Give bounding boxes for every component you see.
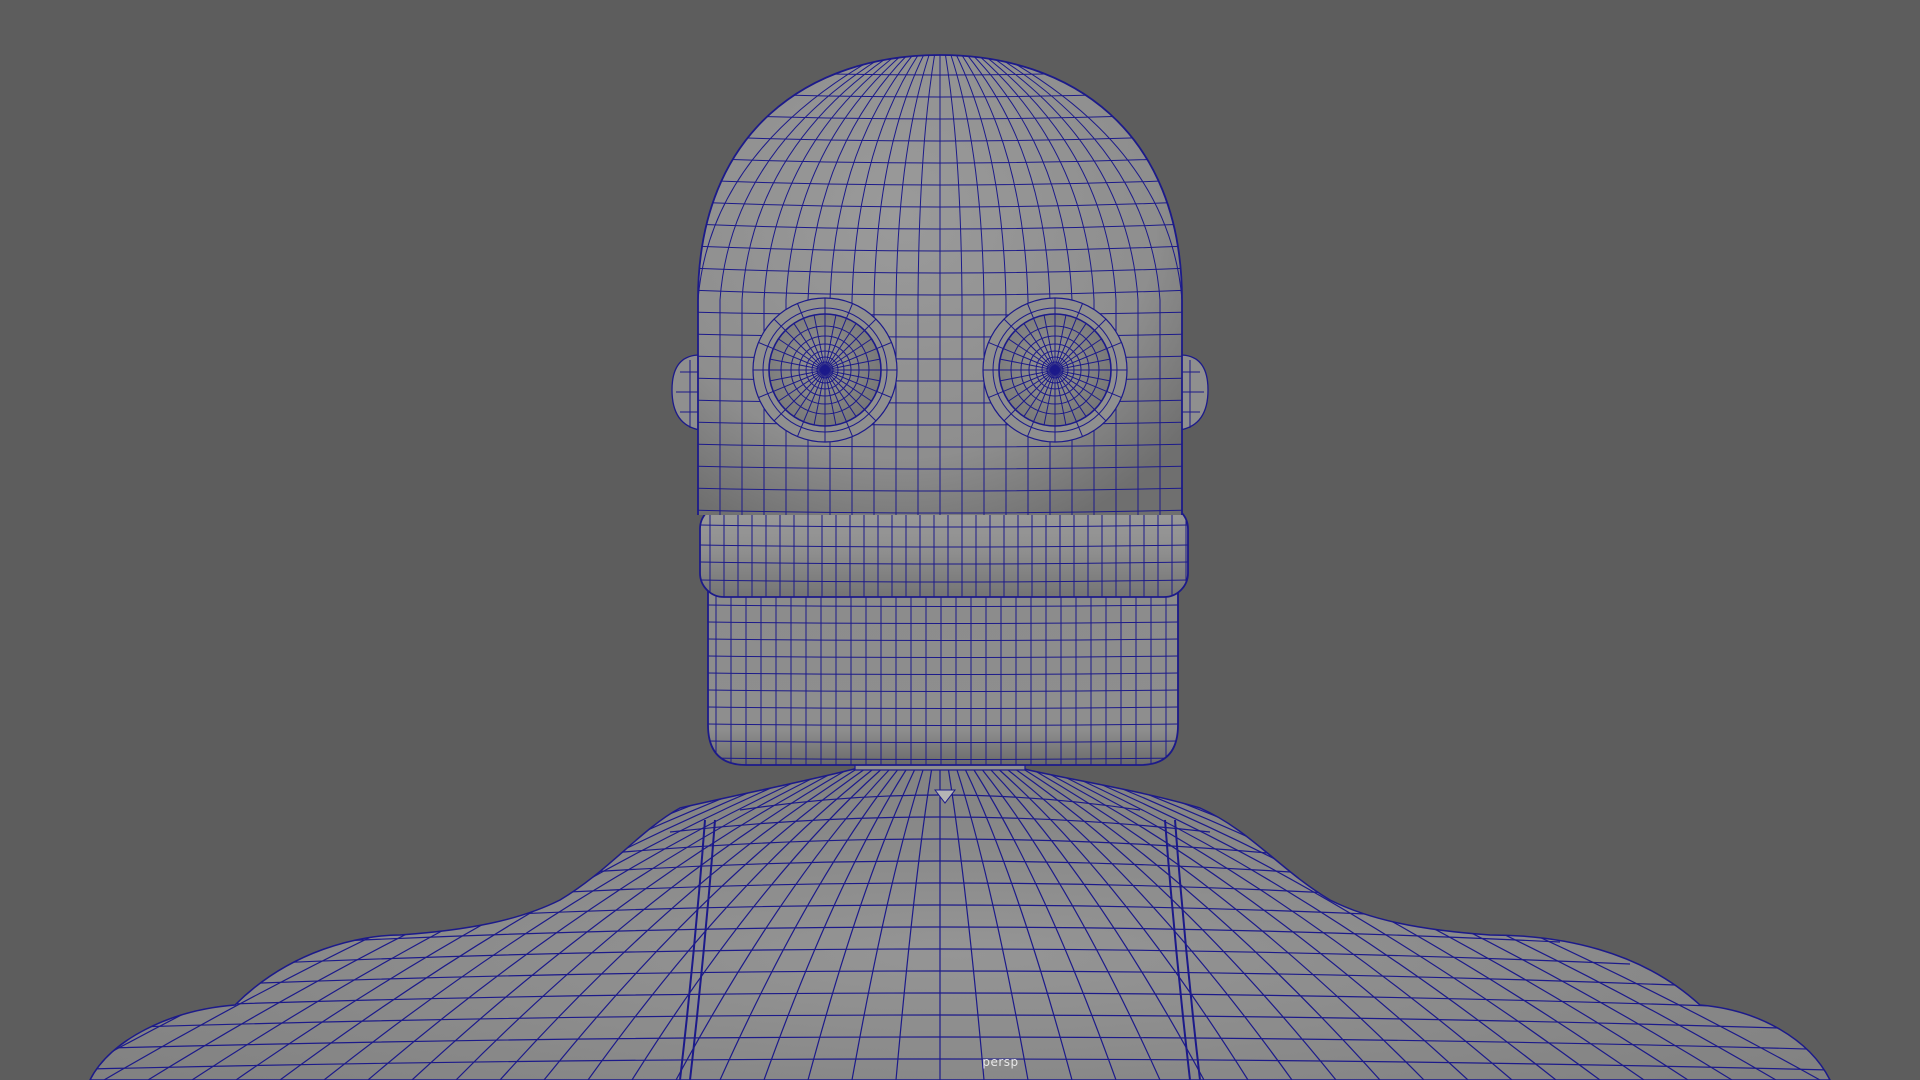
jaw-mesh[interactable] [707, 589, 1179, 770]
mouth-band-mesh[interactable] [699, 504, 1189, 600]
camera-name-label: persp [982, 1055, 1019, 1069]
torso-mesh[interactable] [0, 767, 1920, 1080]
right-eye-socket[interactable] [982, 297, 1128, 443]
maya-perspective-viewport[interactable]: persp [0, 0, 1920, 1080]
right-ear-mesh [1179, 354, 1209, 431]
left-eye-socket[interactable] [752, 297, 898, 443]
head-mesh[interactable] [690, 54, 1190, 520]
robot-wireframe-model[interactable] [0, 0, 1920, 1080]
left-ear-mesh [671, 354, 701, 431]
